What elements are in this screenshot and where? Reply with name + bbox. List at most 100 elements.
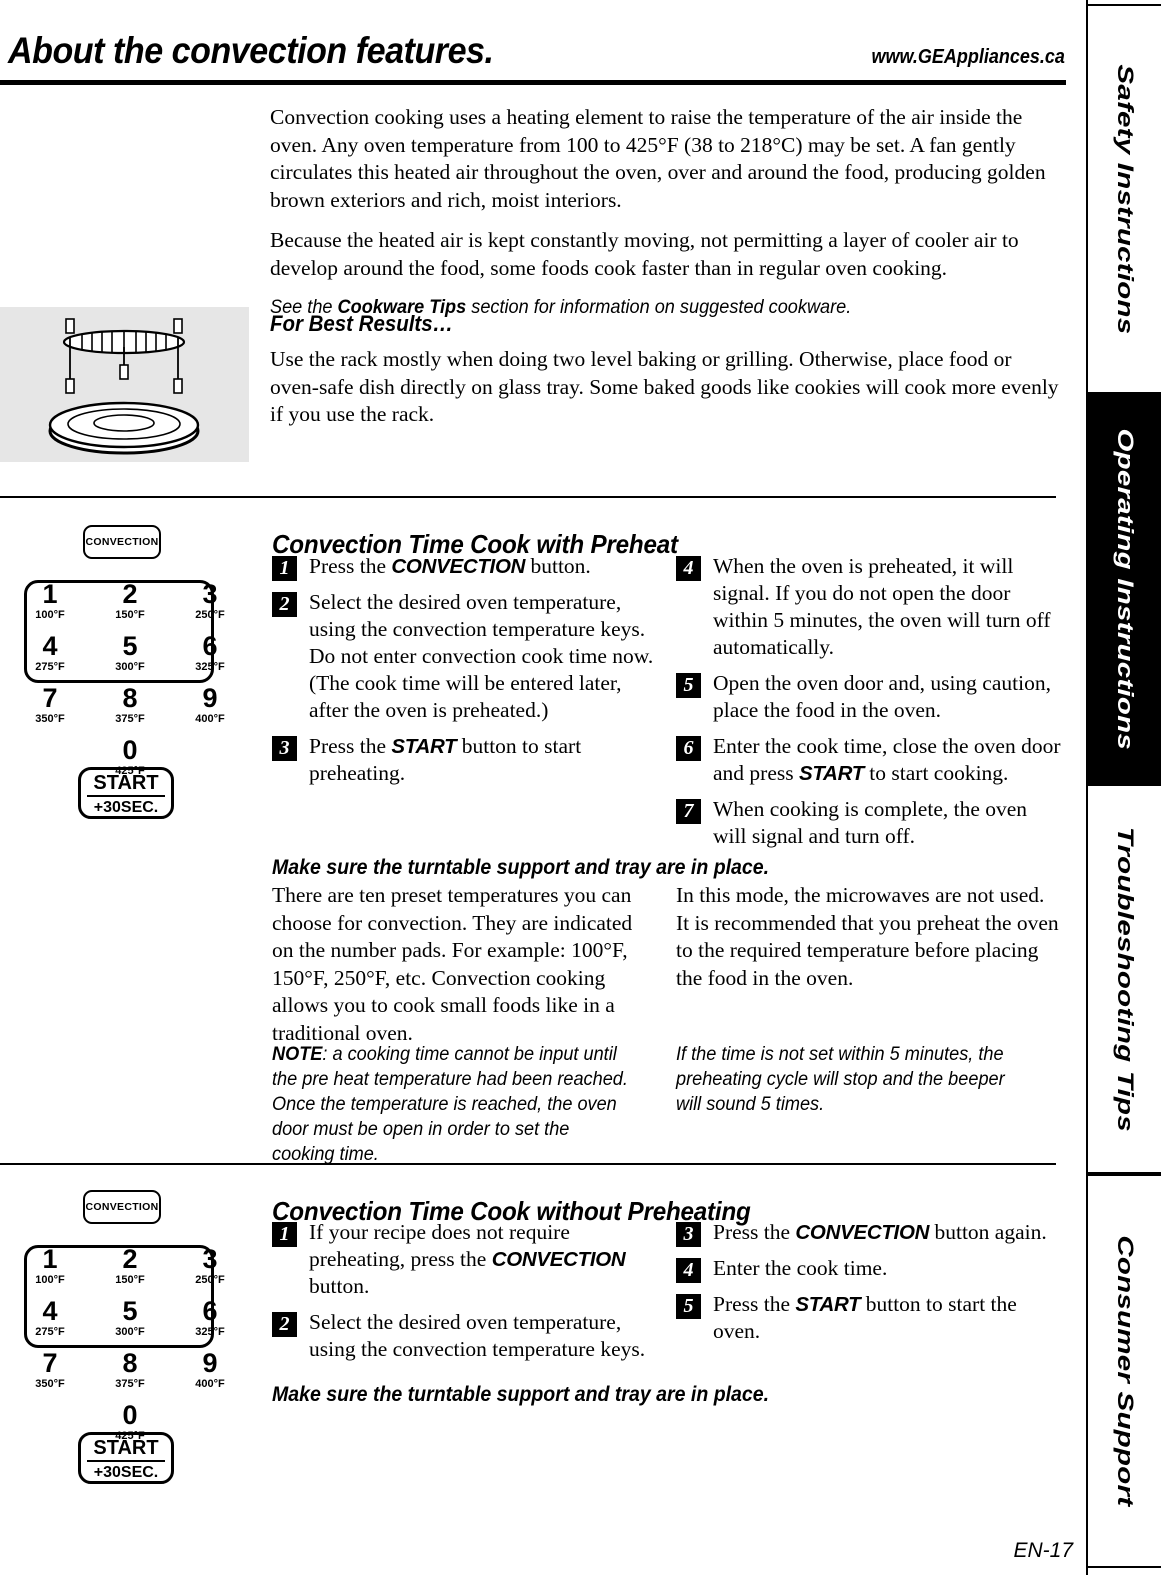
convection-button-1[interactable]: CONVECTION bbox=[83, 525, 161, 559]
step-text-pre: Press the bbox=[713, 1292, 796, 1316]
step-item: 5 Press the START button to start the ove… bbox=[676, 1291, 1061, 1345]
key-2[interactable]: 2 150°F bbox=[90, 580, 170, 632]
sidebar-item-consumer-support[interactable]: Consumer Support bbox=[1088, 1174, 1161, 1568]
step-text-pre: Press the bbox=[309, 554, 392, 578]
key-1[interactable]: 1 100°F bbox=[10, 580, 90, 632]
sidebar-item-troubleshooting-tips[interactable]: Troubleshooting Tips bbox=[1088, 784, 1161, 1174]
key-temp: 400°F bbox=[195, 713, 225, 725]
step-number: 1 bbox=[272, 556, 297, 581]
sidebar-item-label: Troubleshooting Tips bbox=[1112, 826, 1138, 1132]
rack-and-tray-illustration-panel bbox=[0, 307, 249, 462]
key-4[interactable]: 4 275°F bbox=[10, 632, 90, 684]
header-rule bbox=[0, 80, 1066, 85]
step-number: 2 bbox=[272, 1312, 297, 1337]
key-digit: 5 bbox=[122, 631, 138, 661]
key-digit: 8 bbox=[122, 1348, 138, 1378]
sidebar-item-label: Consumer Support bbox=[1112, 1235, 1138, 1507]
step-number: 5 bbox=[676, 673, 701, 698]
step-text-bold: CONVECTION bbox=[795, 1221, 930, 1244]
step-item: 3 Press the CONVECTION button again. bbox=[676, 1219, 1061, 1247]
intro-paragraph-1: Convection cooking uses a heating elemen… bbox=[270, 105, 1046, 212]
key-digit: 3 bbox=[202, 579, 218, 609]
key-temp: 275°F bbox=[35, 1326, 65, 1338]
step-text-bold: START bbox=[795, 1293, 861, 1316]
website-url: www.GEAppliances.ca bbox=[871, 46, 1065, 68]
key-9[interactable]: 9 400°F bbox=[170, 684, 250, 736]
sidebar-item-label: Operating Instructions bbox=[1112, 428, 1138, 750]
section-2-steps-right: 3 Press the CONVECTION button again. 4 Ent… bbox=[676, 1219, 1061, 1354]
intro-paragraph-2: Because the heated air is kept constantl… bbox=[270, 228, 1019, 280]
key-temp: 300°F bbox=[115, 1326, 145, 1338]
key-digit: 7 bbox=[42, 683, 58, 713]
section-1-body-left: There are ten preset temperatures you ca… bbox=[272, 882, 657, 1060]
key-7[interactable]: 7 350°F bbox=[10, 684, 90, 736]
manual-page: About the convection features. www.GEApp… bbox=[0, 0, 1161, 1575]
step-text-pre: Open the oven door and, using caution, p… bbox=[713, 671, 1051, 722]
preheating-timeout-note: If the time is not set within 5 minutes,… bbox=[676, 1043, 1005, 1115]
sidebar-tab-rail: Safety Instructions Operating Instructio… bbox=[1086, 0, 1161, 1575]
key-5[interactable]: 5 300°F bbox=[90, 632, 170, 684]
control-panel-diagram-2: CONVECTION 1 100°F 2 150°F 3 250°F 4 275°F 5… bbox=[10, 1190, 250, 1484]
key-6[interactable]: 6 325°F bbox=[170, 1297, 250, 1349]
keypad-row: 7 350°F 8 375°F 9 400°F bbox=[10, 684, 250, 736]
key-digit: 0 bbox=[122, 735, 138, 765]
turntable-notice-2: Make sure the turntable support and tray… bbox=[272, 1383, 770, 1406]
key-temp: 275°F bbox=[35, 661, 65, 673]
sidebar-item-safety-instructions[interactable]: Safety Instructions bbox=[1088, 4, 1161, 394]
key-6[interactable]: 6 325°F bbox=[170, 632, 250, 684]
key-2[interactable]: 2 150°F bbox=[90, 1245, 170, 1297]
step-item: 7 When cooking is complete, the oven will… bbox=[676, 796, 1061, 850]
key-4[interactable]: 4 275°F bbox=[10, 1297, 90, 1349]
step-item: 2 Select the desired oven temperature, us… bbox=[272, 1309, 662, 1363]
step-item: 5 Open the oven door and, using caution, … bbox=[676, 670, 1061, 724]
step-text-post: button again. bbox=[929, 1220, 1047, 1244]
step-item: 4 When the oven is preheated, it will sig… bbox=[676, 553, 1061, 661]
start-button-1[interactable]: START +30SEC. bbox=[78, 767, 174, 819]
turntable-notice-1: Make sure the turntable support and tray… bbox=[272, 856, 770, 879]
key-temp: 350°F bbox=[35, 713, 65, 725]
step-text-pre: Press the bbox=[309, 734, 392, 758]
key-temp: 250°F bbox=[195, 1274, 225, 1286]
start-label: START bbox=[87, 1435, 165, 1462]
start-sublabel: +30SEC. bbox=[93, 799, 159, 816]
number-keypad-1: 1 100°F 2 150°F 3 250°F 4 275°F 5 300°F 6 325°… bbox=[10, 580, 250, 788]
key-8[interactable]: 8 375°F bbox=[90, 684, 170, 736]
key-3[interactable]: 3 250°F bbox=[170, 580, 250, 632]
key-8[interactable]: 8 375°F bbox=[90, 1349, 170, 1401]
section-divider-2 bbox=[0, 1163, 1056, 1165]
key-7[interactable]: 7 350°F bbox=[10, 1349, 90, 1401]
keypad-row: 1 100°F 2 150°F 3 250°F bbox=[10, 1245, 250, 1297]
key-temp: 300°F bbox=[115, 661, 145, 673]
step-text-bold: CONVECTION bbox=[491, 1248, 626, 1271]
key-temp: 350°F bbox=[35, 1378, 65, 1390]
section-1-steps-right: 4 When the oven is preheated, it will sig… bbox=[676, 553, 1061, 859]
step-text-bold: START bbox=[798, 762, 864, 785]
key-temp: 150°F bbox=[115, 609, 145, 621]
page-number: EN-17 bbox=[1013, 1539, 1073, 1562]
key-digit: 1 bbox=[42, 579, 58, 609]
key-temp: 375°F bbox=[115, 713, 145, 725]
step-number: 3 bbox=[272, 736, 297, 761]
key-3[interactable]: 3 250°F bbox=[170, 1245, 250, 1297]
key-digit: 3 bbox=[202, 1244, 218, 1274]
sidebar-item-operating-instructions[interactable]: Operating Instructions bbox=[1088, 394, 1161, 784]
start-button-2[interactable]: START +30SEC. bbox=[78, 1432, 174, 1484]
section-divider-1 bbox=[0, 496, 1056, 498]
key-9[interactable]: 9 400°F bbox=[170, 1349, 250, 1401]
page-title: About the convection features. bbox=[8, 30, 494, 71]
step-text-pre: When cooking is complete, the oven will … bbox=[713, 797, 1028, 848]
step-text-pre: Press the bbox=[713, 1220, 796, 1244]
step-item: 2 Select the desired oven temperature, us… bbox=[272, 589, 662, 724]
key-digit: 4 bbox=[42, 1296, 58, 1326]
step-number: 7 bbox=[676, 799, 701, 824]
step-item: 1 If your recipe does not require preheat… bbox=[272, 1219, 662, 1300]
step-number: 4 bbox=[676, 1258, 701, 1283]
key-5[interactable]: 5 300°F bbox=[90, 1297, 170, 1349]
start-label: START bbox=[87, 770, 165, 797]
convection-button-2[interactable]: CONVECTION bbox=[83, 1190, 161, 1224]
key-temp: 100°F bbox=[35, 609, 65, 621]
key-digit: 8 bbox=[122, 683, 138, 713]
key-1[interactable]: 1 100°F bbox=[10, 1245, 90, 1297]
cooking-time-note: NOTE: a cooking time cannot be input unt… bbox=[272, 1042, 630, 1167]
section-1-body-right: In this mode, the microwaves are not use… bbox=[676, 882, 1061, 1005]
